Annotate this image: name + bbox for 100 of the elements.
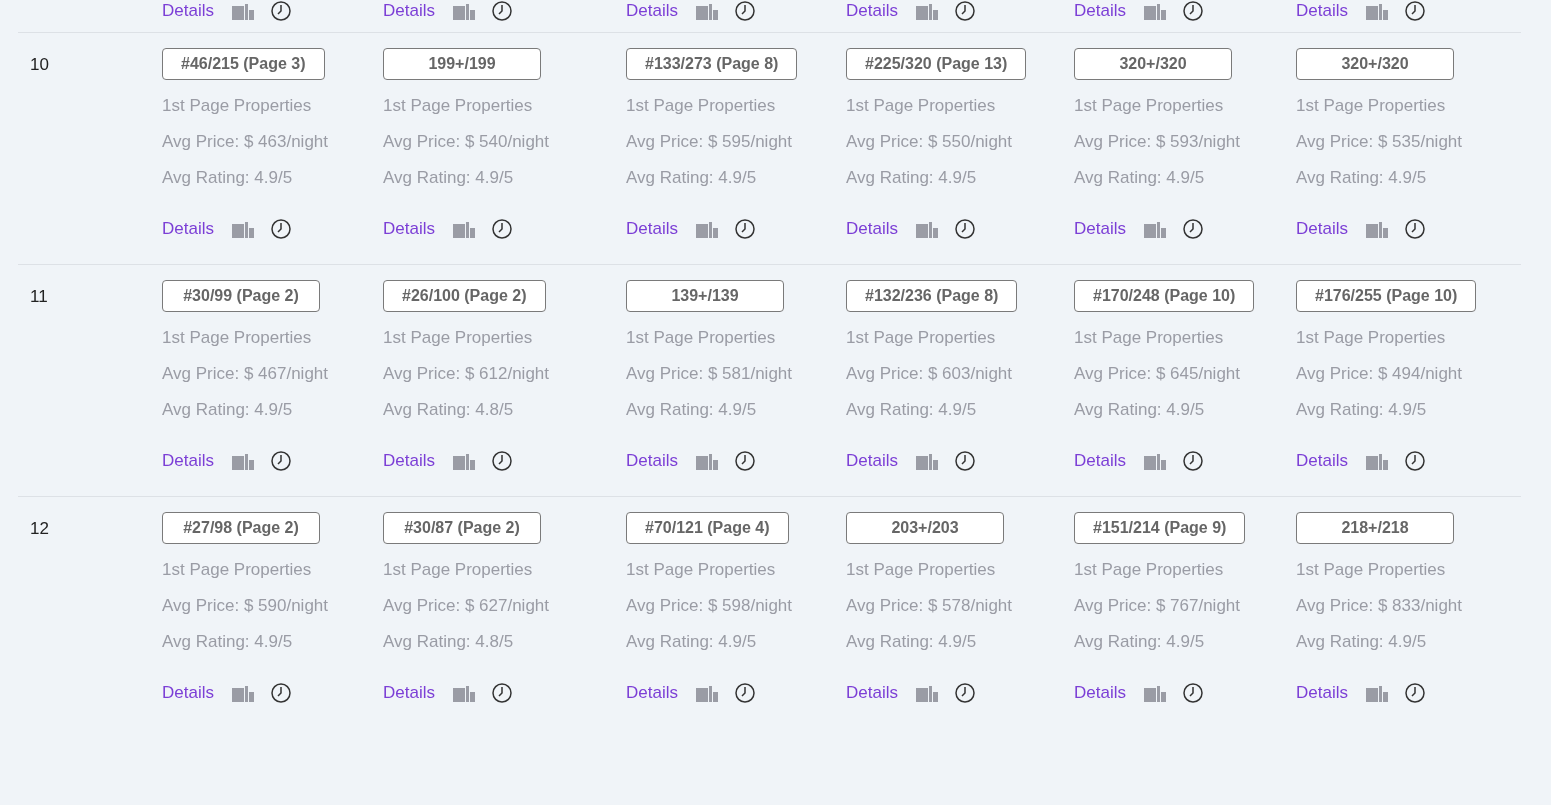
- avg-rating-text: Avg Rating: 4.9/5: [846, 167, 977, 189]
- history-clock-icon[interactable]: [1181, 682, 1204, 704]
- avg-rating-text: Avg Rating: 4.9/5: [1296, 399, 1427, 421]
- details-link[interactable]: Details: [846, 219, 898, 239]
- avg-price-text: Avg Price: $ 612/night: [383, 363, 549, 385]
- properties-label: 1st Page Properties: [1296, 327, 1446, 349]
- row-number: 12: [30, 519, 49, 539]
- history-clock-icon[interactable]: [269, 450, 292, 472]
- history-clock-icon[interactable]: [953, 218, 976, 240]
- details-link[interactable]: Details: [1296, 683, 1348, 703]
- avg-price-text: Avg Price: $ 833/night: [1296, 595, 1462, 617]
- avg-rating-text: Avg Rating: 4.9/5: [626, 399, 757, 421]
- history-clock-icon[interactable]: [1403, 218, 1426, 240]
- properties-label: 1st Page Properties: [626, 327, 776, 349]
- details-link[interactable]: Details: [846, 451, 898, 471]
- properties-label: 1st Page Properties: [1296, 559, 1446, 581]
- details-link[interactable]: Details: [383, 683, 435, 703]
- history-clock-icon[interactable]: [490, 450, 513, 472]
- properties-label: 1st Page Properties: [1074, 327, 1224, 349]
- properties-label: 1st Page Properties: [162, 559, 312, 581]
- details-link[interactable]: Details: [1296, 451, 1348, 471]
- details-link[interactable]: Details: [846, 1, 898, 21]
- properties-label: 1st Page Properties: [1074, 559, 1224, 581]
- properties-label: 1st Page Properties: [846, 327, 996, 349]
- history-clock-icon[interactable]: [1403, 450, 1426, 472]
- history-clock-icon[interactable]: [269, 0, 292, 22]
- history-clock-icon[interactable]: [953, 682, 976, 704]
- avg-price-text: Avg Price: $ 593/night: [1074, 131, 1240, 153]
- avg-rating-text: Avg Rating: 4.9/5: [162, 167, 293, 189]
- details-link[interactable]: Details: [162, 219, 214, 239]
- history-clock-icon[interactable]: [490, 682, 513, 704]
- history-clock-icon[interactable]: [733, 0, 756, 22]
- avg-price-text: Avg Price: $ 581/night: [626, 363, 792, 385]
- details-link[interactable]: Details: [1074, 219, 1126, 239]
- rank-badge: #30/99 (Page 2): [162, 280, 320, 312]
- rank-badge: #132/236 (Page 8): [846, 280, 1018, 312]
- avg-price-text: Avg Price: $ 603/night: [846, 363, 1012, 385]
- avg-price-text: Avg Price: $ 598/night: [626, 595, 792, 617]
- rank-badge: #70/121 (Page 4): [626, 512, 789, 544]
- avg-rating-text: Avg Rating: 4.8/5: [383, 631, 514, 653]
- avg-price-text: Avg Price: $ 463/night: [162, 131, 328, 153]
- details-link[interactable]: Details: [846, 683, 898, 703]
- details-link[interactable]: Details: [1296, 1, 1348, 21]
- details-link[interactable]: Details: [626, 219, 678, 239]
- avg-rating-text: Avg Rating: 4.9/5: [1074, 167, 1205, 189]
- history-clock-icon[interactable]: [269, 682, 292, 704]
- details-link[interactable]: Details: [1074, 451, 1126, 471]
- avg-rating-text: Avg Rating: 4.9/5: [1074, 399, 1205, 421]
- details-link[interactable]: Details: [1074, 683, 1126, 703]
- rank-badge: #176/255 (Page 10): [1296, 280, 1477, 312]
- avg-price-text: Avg Price: $ 494/night: [1296, 363, 1462, 385]
- avg-rating-text: Avg Rating: 4.9/5: [846, 399, 977, 421]
- history-clock-icon[interactable]: [953, 0, 976, 22]
- avg-price-text: Avg Price: $ 767/night: [1074, 595, 1240, 617]
- details-link[interactable]: Details: [626, 1, 678, 21]
- rank-badge: #133/273 (Page 8): [626, 48, 798, 80]
- history-clock-icon[interactable]: [1403, 0, 1426, 22]
- details-link[interactable]: Details: [383, 219, 435, 239]
- history-clock-icon[interactable]: [733, 682, 756, 704]
- properties-label: 1st Page Properties: [846, 95, 996, 117]
- details-link[interactable]: Details: [1074, 1, 1126, 21]
- avg-rating-text: Avg Rating: 4.9/5: [1296, 631, 1427, 653]
- avg-price-text: Avg Price: $ 627/night: [383, 595, 549, 617]
- rank-badge: 320+/320: [1074, 48, 1232, 80]
- properties-label: 1st Page Properties: [383, 559, 533, 581]
- properties-label: 1st Page Properties: [626, 559, 776, 581]
- details-link[interactable]: Details: [162, 451, 214, 471]
- avg-rating-text: Avg Rating: 4.9/5: [162, 399, 293, 421]
- details-link[interactable]: Details: [162, 1, 214, 21]
- avg-rating-text: Avg Rating: 4.9/5: [1296, 167, 1427, 189]
- details-link[interactable]: Details: [383, 451, 435, 471]
- avg-rating-text: Avg Rating: 4.9/5: [626, 167, 757, 189]
- details-link[interactable]: Details: [1296, 219, 1348, 239]
- avg-price-text: Avg Price: $ 590/night: [162, 595, 328, 617]
- properties-label: 1st Page Properties: [1074, 95, 1224, 117]
- rank-badge: 139+/139: [626, 280, 784, 312]
- rank-badge: #151/214 (Page 9): [1074, 512, 1246, 544]
- details-link[interactable]: Details: [626, 683, 678, 703]
- history-clock-icon[interactable]: [733, 450, 756, 472]
- avg-rating-text: Avg Rating: 4.9/5: [1074, 631, 1205, 653]
- details-link[interactable]: Details: [383, 1, 435, 21]
- avg-price-text: Avg Price: $ 550/night: [846, 131, 1012, 153]
- details-link[interactable]: Details: [626, 451, 678, 471]
- avg-price-text: Avg Price: $ 645/night: [1074, 363, 1240, 385]
- details-link[interactable]: Details: [162, 683, 214, 703]
- properties-label: 1st Page Properties: [626, 95, 776, 117]
- history-clock-icon[interactable]: [1181, 450, 1204, 472]
- history-clock-icon[interactable]: [490, 218, 513, 240]
- properties-label: 1st Page Properties: [846, 559, 996, 581]
- history-clock-icon[interactable]: [269, 218, 292, 240]
- history-clock-icon[interactable]: [490, 0, 513, 22]
- history-clock-icon[interactable]: [1181, 0, 1204, 22]
- history-clock-icon[interactable]: [1403, 682, 1426, 704]
- avg-rating-text: Avg Rating: 4.9/5: [626, 631, 757, 653]
- properties-label: 1st Page Properties: [162, 327, 312, 349]
- history-clock-icon[interactable]: [733, 218, 756, 240]
- rank-badge: #30/87 (Page 2): [383, 512, 541, 544]
- properties-label: 1st Page Properties: [383, 327, 533, 349]
- history-clock-icon[interactable]: [953, 450, 976, 472]
- history-clock-icon[interactable]: [1181, 218, 1204, 240]
